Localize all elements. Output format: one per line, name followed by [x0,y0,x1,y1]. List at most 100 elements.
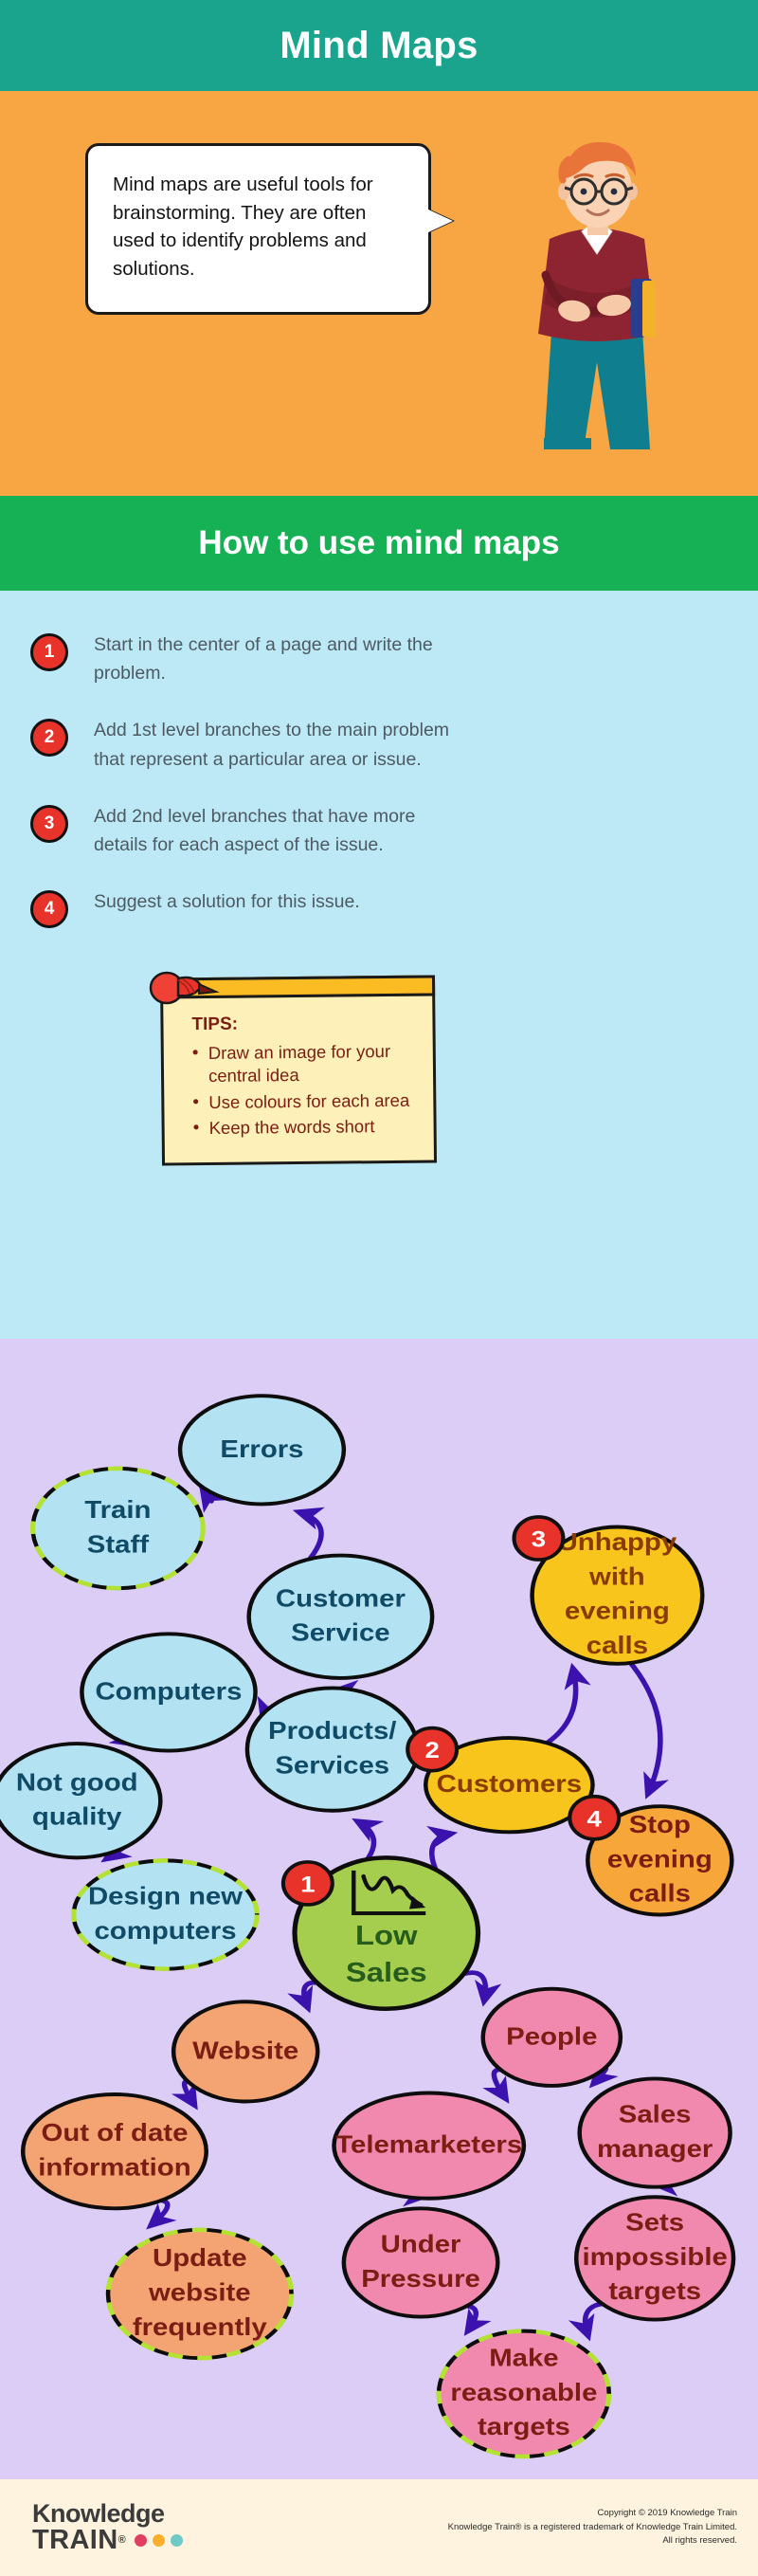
mindmap-node-design-new[interactable]: Design new computers [71,1858,260,1971]
step-text: Add 2nd level branches that have more de… [94,805,416,856]
mindmap-node-telemarketers[interactable]: Telemarketers [332,2091,527,2201]
page-footer: Knowledge TRAIN ® Copyright © 2019 Knowl… [0,2479,758,2576]
step-item: 3 Add 2nd level branches that have more d… [0,802,758,859]
tips-list-item: Keep the words short [193,1115,417,1141]
mindmap-node-label: Products/ [268,1717,397,1745]
mindmap-node-label: manager [597,2135,713,2163]
student-illustration [538,142,656,449]
logo-registered-mark: ® [117,2534,126,2546]
step-number-badge: 2 [30,719,68,758]
mindmap-central-label: Low [355,1920,418,1950]
mindmap-node-sales-manager[interactable]: Sales manager [577,2076,732,2189]
mindmap-edge [292,1507,325,1564]
mindmap-node-label: Sales [619,2100,692,2128]
logo-dots [134,2534,183,2547]
mindmap-node-label: Customer [276,1584,406,1612]
mindmap-node-make-reasonable[interactable]: Make reasonable targets [436,2329,612,2459]
copyright-block: Copyright © 2019 Knowledge Train Knowledg… [448,2507,737,2549]
mindmap-node-label: computers [94,1917,236,1945]
mindmap-node-label: Not good [16,1768,138,1796]
mindmap-node-label: Staff [87,1530,150,1558]
step-item: 1 Start in the center of a page and write… [0,630,758,687]
mindmap-node-label: Make [489,2344,558,2371]
mindmap-node-computers[interactable]: Computers [80,1632,258,1753]
mindmap-node-label: targets [478,2413,570,2440]
logo-word-knowledge: Knowledge [32,2499,165,2528]
mindmap-node-label: reasonable [450,2379,597,2406]
step-text: Suggest a solution for this issue. [94,891,360,913]
mindmap-node-label: Services [275,1751,389,1779]
mindmap-node-under-pressure[interactable]: Under Pressure [341,2206,500,2319]
mindmap-edge [626,1658,669,1800]
mindmap-node-label: Telemarketers [335,2130,522,2158]
mindmap-node-label: evening [607,1845,713,1873]
knowledge-train-logo[interactable]: Knowledge TRAIN ® [32,2501,183,2554]
mindmap-node-label: People [506,2022,597,2050]
step-item: 2 Add 1st level branches to the main prob… [0,716,758,773]
svg-text:4: 4 [587,1807,603,1832]
mindmap-node-errors[interactable]: Errors [177,1394,347,1507]
copyright-line: All rights reserved. [662,2535,737,2547]
mindmap-node-products-services[interactable]: Products/Services [244,1686,420,1813]
mindmap-node-label: Out of date [41,2119,188,2147]
mindmap-node-label: website [148,2278,251,2306]
tips-list: Draw an image for your central ideaUse c… [192,1040,417,1141]
logo-dot [170,2534,183,2547]
copyright-line: Copyright © 2019 Knowledge Train [597,2507,737,2518]
mindmap-node-label: Under [381,2230,461,2257]
mindmap-node-label: Design new [88,1882,244,1909]
mindmap-edge [568,2301,607,2342]
mindmap-node-label: impossible [582,2243,727,2271]
mindmap-node-people[interactable]: People [480,1986,623,2088]
page-title: Mind Maps [280,24,478,66]
mindmap-node-sets-impossible[interactable]: Sets impossible targets [573,2195,736,2322]
mindmap-node-label: quality [32,1802,122,1830]
mindmap-node-label: Update [153,2244,246,2272]
logo-word-train: TRAIN [32,2525,118,2555]
mindmap-node-label: Sets [625,2208,684,2236]
mindmap-node-not-good-quality[interactable]: Not good quality [0,1742,163,1860]
page-header: Mind Maps [0,0,758,91]
mindmap-step-badge: 1 [280,1860,334,1907]
mindmap-node-label: calls [629,1879,691,1907]
speech-bubble-text: Mind maps are useful tools for brainstor… [113,174,373,281]
mindmap-node-website[interactable]: Website [171,2000,320,2104]
mindmap-node-label: Errors [220,1435,303,1463]
step-text: Add 1st level branches to the main probl… [94,720,450,770]
mindmap-node-label: targets [608,2277,701,2305]
mindmap-central-label: Sales [346,1957,427,1987]
step-number-badge: 1 [30,633,68,671]
mindmap-node-update-website[interactable]: Update website frequently [105,2227,295,2361]
speech-bubble-tail [426,209,453,233]
band-title: How to use mind maps [198,524,560,561]
mindmap-section: Train Staff Errors Customer Service Computers… [0,1339,758,2479]
mindmap-step-badge: 3 [512,1515,566,1562]
hero-section: Mind maps are useful tools for brainstor… [0,91,758,496]
logo-dot [134,2534,147,2547]
tips-title: TIPS: [191,1014,239,1035]
mindmap-node-label: evening [565,1597,670,1624]
svg-text:1: 1 [300,1873,315,1897]
step-item: 4 Suggest a solution for this issue. [0,887,758,929]
step-number-badge: 4 [30,890,68,929]
mindmap-node-label: Customers [437,1770,582,1798]
mindmap-node-label: Pressure [361,2265,480,2293]
steps-list: 1 Start in the center of a page and write… [0,630,758,929]
svg-text:3: 3 [532,1527,546,1552]
mindmap-step-badge: 4 [568,1794,622,1841]
speech-bubble: Mind maps are useful tools for brainstor… [85,143,453,315]
mindmap-edge [461,2303,492,2336]
mindmap-node-label: Stop [629,1811,691,1838]
mindmap-edge [543,1662,591,1746]
mindmap-diagram: Train Staff Errors Customer Service Computers… [0,1394,736,2459]
mindmap-node-customer-service[interactable]: Customer Service [246,1553,435,1680]
copyright-line: Knowledge Train® is a registered tradema… [447,2521,737,2532]
steps-section: 1 Start in the center of a page and write… [0,591,758,1339]
mindmap-node-out-of-date[interactable]: Out of date information [20,2092,208,2211]
mindmap-node-label: information [38,2153,190,2181]
svg-text:2: 2 [424,1739,439,1763]
mindmap-node-train-staff[interactable]: Train Staff [29,1466,206,1591]
mindmap-node-label: Website [192,2037,298,2064]
mindmap-node-label: Unhappy [558,1528,677,1556]
mindmap-node-label: calls [587,1632,648,1659]
